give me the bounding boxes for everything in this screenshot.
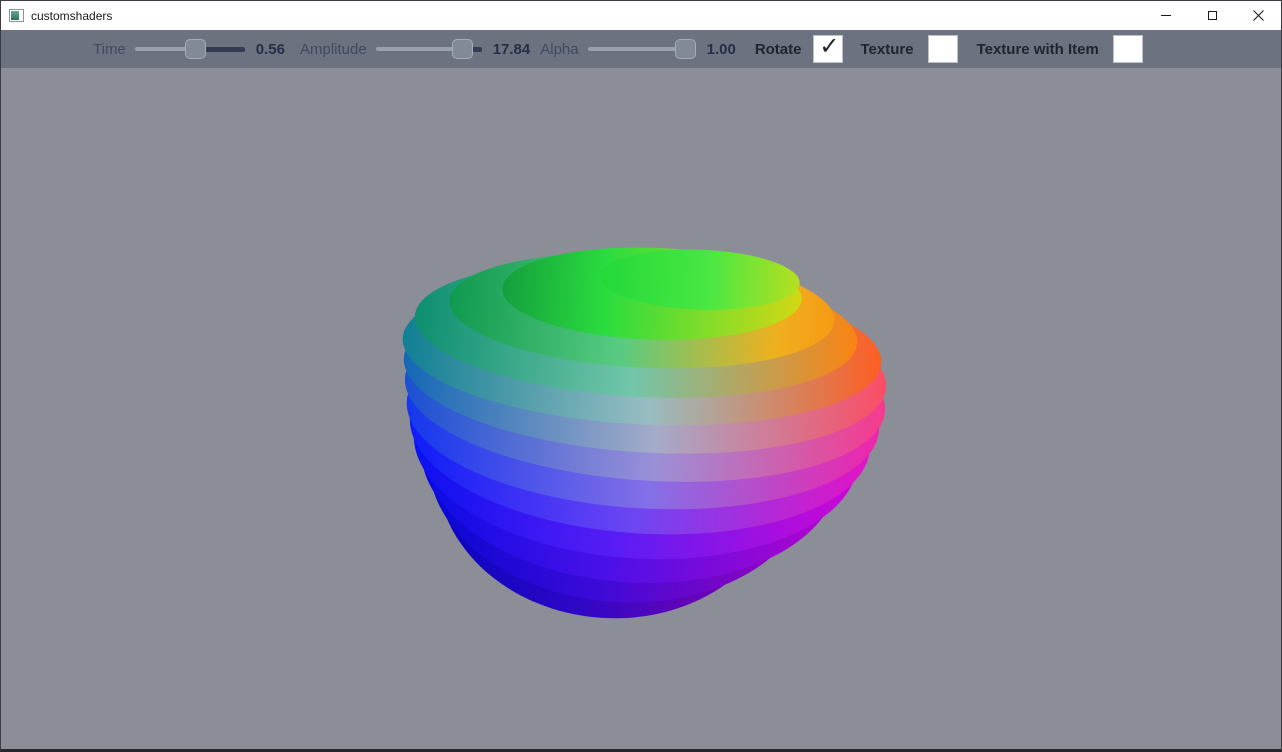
amplitude-slider-handle[interactable] (452, 39, 473, 59)
blob-layers (399, 243, 891, 629)
window-controls (1143, 1, 1281, 30)
amplitude-value: 17.84 (493, 41, 531, 58)
close-icon (1253, 10, 1264, 21)
check-icon: ✓ (819, 35, 839, 59)
maximize-icon (1208, 11, 1217, 20)
alpha-slider-handle[interactable] (675, 39, 696, 59)
texture-checkbox[interactable] (928, 35, 958, 63)
app-window: customshaders Time 0.56 Amplitude (0, 0, 1282, 752)
shader-blob-scene (1, 68, 1281, 749)
close-button[interactable] (1235, 1, 1281, 30)
time-slider[interactable] (135, 38, 245, 60)
toolbar: Time 0.56 Amplitude 17.84 Alpha 1.00 Rot… (1, 30, 1281, 68)
app-icon (9, 9, 24, 22)
checkbox-label-texture-with-item: Texture with Item (977, 41, 1099, 58)
rotate-checkbox[interactable]: ✓ (813, 35, 843, 63)
texture-with-item-checkbox[interactable] (1113, 35, 1143, 63)
time-slider-handle[interactable] (185, 39, 206, 59)
alpha-slider[interactable] (588, 38, 696, 60)
alpha-value: 1.00 (707, 41, 736, 58)
time-value: 0.56 (256, 41, 285, 58)
app-icon-pane (11, 11, 19, 20)
slider-label-amplitude: Amplitude (300, 41, 367, 58)
minimize-icon (1161, 15, 1171, 16)
viewport-3d[interactable] (1, 68, 1281, 749)
checkbox-label-texture: Texture (860, 41, 913, 58)
minimize-button[interactable] (1143, 1, 1189, 30)
checkbox-label-rotate: Rotate (755, 41, 802, 58)
slider-label-alpha: Alpha (540, 41, 578, 58)
maximize-button[interactable] (1189, 1, 1235, 30)
window-title: customshaders (31, 9, 112, 23)
amplitude-slider[interactable] (376, 38, 482, 60)
title-bar: customshaders (1, 1, 1281, 30)
slider-label-time: Time (93, 41, 126, 58)
